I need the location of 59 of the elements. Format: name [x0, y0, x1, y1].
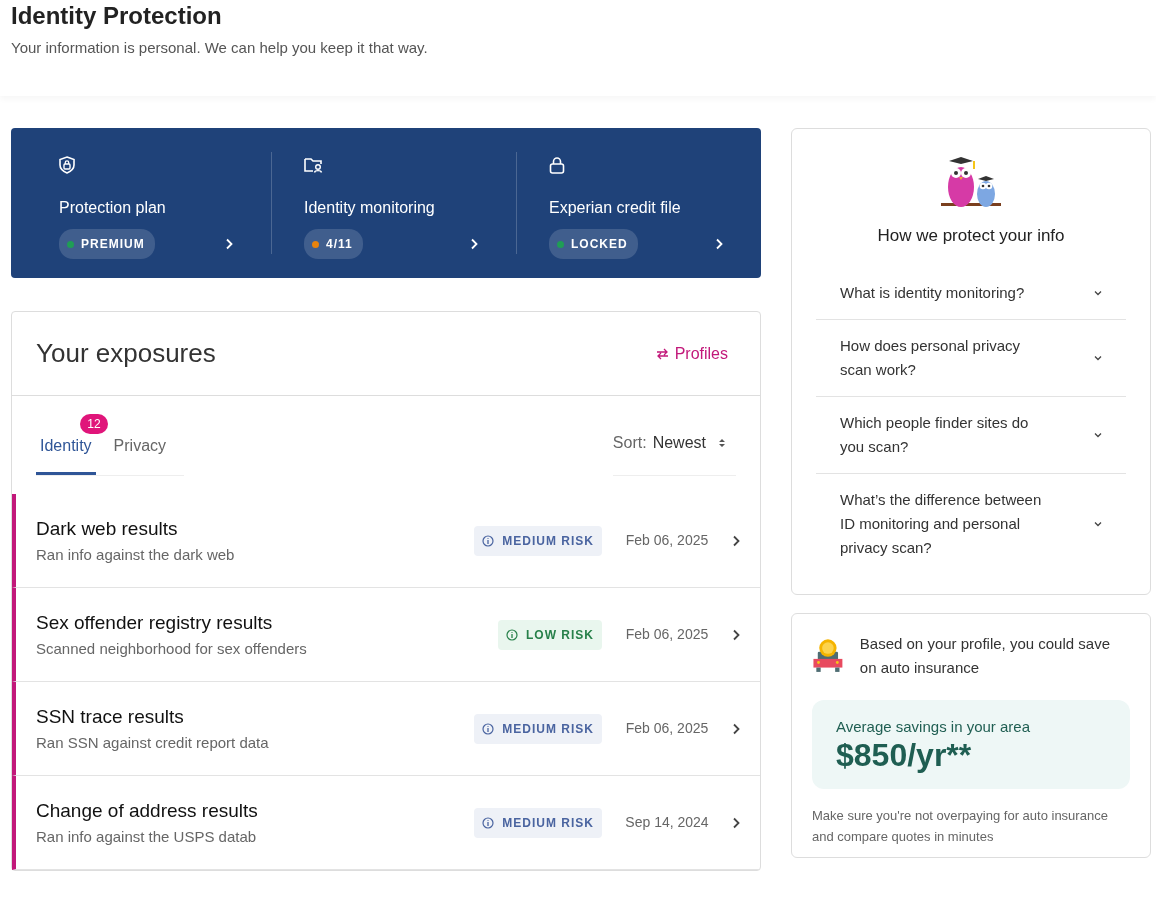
section-title: Your exposures	[36, 338, 216, 370]
risk-badge: LOW RISK	[498, 619, 602, 650]
sort-label: Sort:	[612, 432, 647, 453]
chevron-right-icon[interactable]	[225, 238, 233, 250]
exposure-row[interactable]: Change of address results Ran info against the USPS datab MEDIUM RISK Sep 14, 2024	[12, 776, 760, 871]
exposure-row[interactable]: SSN trace results Ran SSN against credit report data MEDIUM RISK Feb 06, 2025	[12, 682, 760, 777]
sort-dropdown[interactable]: Newest	[652, 430, 706, 455]
exposure-date: Feb 06, 2025	[624, 719, 710, 739]
exposure-title: SSN trace results	[36, 705, 185, 730]
status-pill: LOCKED	[549, 229, 638, 259]
profiles-link[interactable]: Profiles	[655, 341, 728, 366]
exposure-description: Scanned neighborhood for sex offenders	[36, 638, 308, 659]
summary-label: Identity monitoring	[304, 198, 436, 218]
faq-heading: How we protect your info	[876, 225, 1066, 247]
savings-amount: $850/yr**	[836, 738, 973, 774]
exposure-description: Ran info against the USPS datab	[36, 826, 258, 847]
count-badge: 12	[80, 414, 108, 435]
risk-badge: MEDIUM RISK	[474, 525, 602, 556]
info-icon	[506, 628, 518, 641]
tab[interactable]: Privacy	[109, 426, 171, 476]
risk-badge: MEDIUM RISK	[474, 713, 602, 744]
chevron-right-icon[interactable]	[715, 238, 723, 250]
exposure-title: Change of address results	[36, 799, 259, 824]
shield-icon	[59, 155, 75, 174]
faq-question[interactable]: How does personal privacy scan work?	[816, 318, 1126, 396]
exposure-description: Ran info against the dark web	[36, 544, 236, 565]
chevron-right-icon[interactable]	[470, 238, 478, 250]
insurance-message: Based on your profile, you could save on auto insurance	[859, 633, 1111, 678]
exposure-row[interactable]: Dark web results Ran info against the dark web MEDIUM RISK Feb 06, 2025	[12, 494, 760, 589]
page-title: Identity Protection	[11, 2, 223, 31]
faq-question[interactable]: What’s the difference between ID monitoring and personal privacy scan?	[816, 472, 1126, 574]
exposure-title: Sex offender registry results	[36, 611, 274, 636]
faq-question[interactable]: Which people finder sites do you scan?	[816, 395, 1126, 473]
exposure-date: Feb 06, 2025	[624, 531, 710, 551]
exposure-date: Sep 14, 2024	[624, 813, 710, 833]
exposure-description: Ran SSN against credit report data	[36, 732, 270, 753]
risk-badge: MEDIUM RISK	[474, 807, 602, 838]
summary-label: Experian credit file	[549, 198, 682, 218]
lock-icon	[549, 155, 565, 174]
exposure-date: Feb 06, 2025	[624, 625, 710, 645]
insurance-note: Make sure you're not overpaying for auto insurance and compare quotes in minutes	[812, 807, 1109, 847]
info-icon	[482, 816, 495, 829]
info-icon	[482, 534, 495, 547]
folder-person-icon	[304, 156, 323, 174]
exposure-title: Dark web results	[36, 517, 179, 542]
chevron-right-icon	[732, 628, 740, 641]
savings-label: Average savings in your area	[836, 716, 1031, 737]
status-pill: PREMIUM	[59, 229, 155, 259]
page-subtitle: Your information is personal. We can help you keep it that way.	[11, 37, 429, 58]
chevron-right-icon	[732, 722, 740, 735]
chevron-right-icon	[732, 816, 740, 829]
info-icon	[482, 722, 495, 735]
sort-caret-icon	[718, 437, 726, 448]
summary-label: Protection plan	[59, 198, 167, 218]
swap-arrows-icon	[655, 347, 669, 360]
exposure-row[interactable]: Sex offender registry results Scanned neighborhood for sex offenders LOW RISK Feb 06, 2025	[12, 588, 760, 683]
chevron-right-icon	[732, 534, 740, 547]
faq-question[interactable]: What is identity monitoring?	[816, 266, 1126, 319]
status-pill: 4/11	[304, 229, 363, 259]
